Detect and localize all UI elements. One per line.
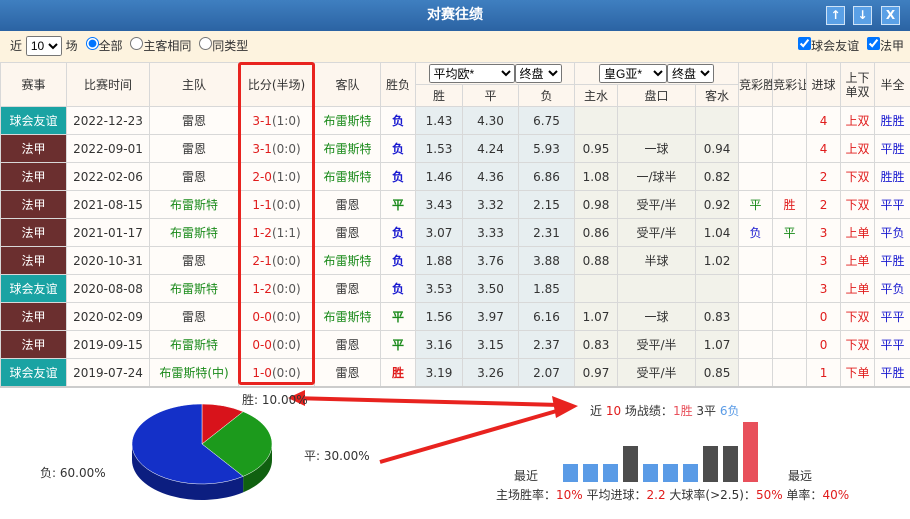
- result-bar: [703, 446, 718, 482]
- result-bar: [603, 464, 618, 482]
- result-bar: [723, 446, 738, 482]
- arrow-line-1: [291, 396, 561, 407]
- arrow-line-2: [379, 408, 561, 464]
- summary-graphics: [131, 390, 758, 500]
- bars-recent-label: 最近: [514, 469, 539, 483]
- result-bar: [563, 464, 578, 482]
- result-bar: [683, 464, 698, 482]
- arrowhead-icon: [552, 396, 578, 418]
- result-bar: [583, 464, 598, 482]
- result-bar: [743, 422, 758, 482]
- stats-line: 主场胜率：10% 平均进球：2.2 大球率(>2.5)：50% 单率：40%: [496, 488, 850, 502]
- record-summary: 近 10 场战绩：1胜 3平 6负: [590, 404, 740, 418]
- pie-label-win: 胜: 10.00%: [242, 393, 308, 407]
- pie-label-lose: 负: 60.00%: [40, 466, 106, 480]
- bars-far-label: 最远: [788, 469, 813, 483]
- result-bar: [623, 446, 638, 482]
- result-bar: [663, 464, 678, 482]
- result-bar: [643, 464, 658, 482]
- pie-label-draw: 平: 30.00%: [304, 449, 370, 463]
